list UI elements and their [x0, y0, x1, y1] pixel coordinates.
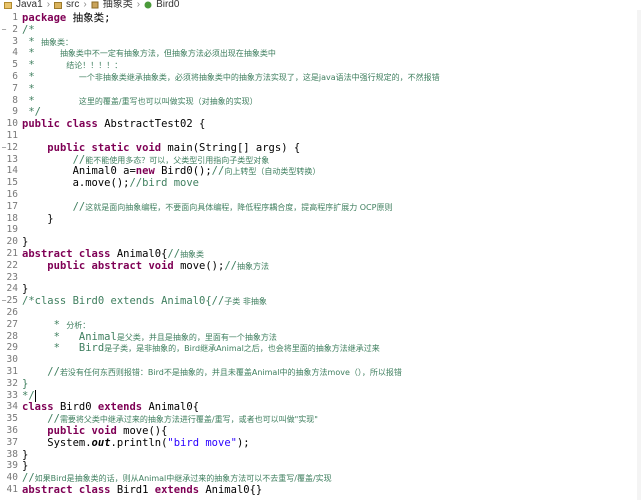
fold-toggle-icon[interactable]: − [0, 297, 8, 305]
breadcrumb-item-src[interactable]: src [66, 0, 79, 10]
breadcrumb-separator: › [83, 0, 87, 10]
breadcrumb-separator: › [46, 0, 51, 10]
code-token: Bird1 [116, 484, 155, 496]
source-folder-icon [54, 2, 63, 9]
class-icon [144, 1, 152, 9]
breadcrumb-item-package[interactable]: 抽象类 [103, 0, 133, 10]
breadcrumb-separator: › [136, 0, 141, 10]
fold-toggle-icon[interactable]: − [0, 143, 8, 152]
package-icon [91, 1, 99, 9]
breadcrumb-item-project[interactable]: Java1 [16, 0, 43, 10]
code-token: abstract class [22, 484, 117, 496]
fold-toggle-icon[interactable]: − [0, 25, 8, 34]
code-token: Animal0{} [205, 484, 263, 496]
breadcrumb-item-class[interactable]: Bird0 [156, 0, 179, 10]
code-line[interactable]: 41 abstract class Bird1 extends Animal0{} [0, 482, 641, 498]
code-text: abstract class Bird1 extends Animal0{} [22, 482, 641, 498]
project-icon [4, 2, 12, 9]
code-editor[interactable]: 1 package 抽象类; 2−/* 3 * 抽象类： 4 * 抽象类中不一定有抽象方… [0, 10, 641, 500]
line-number: 41 [6, 484, 18, 495]
code-token: extends [154, 484, 206, 496]
breadcrumb: Java1 › src › 抽象类 › Bird0 [0, 0, 641, 10]
